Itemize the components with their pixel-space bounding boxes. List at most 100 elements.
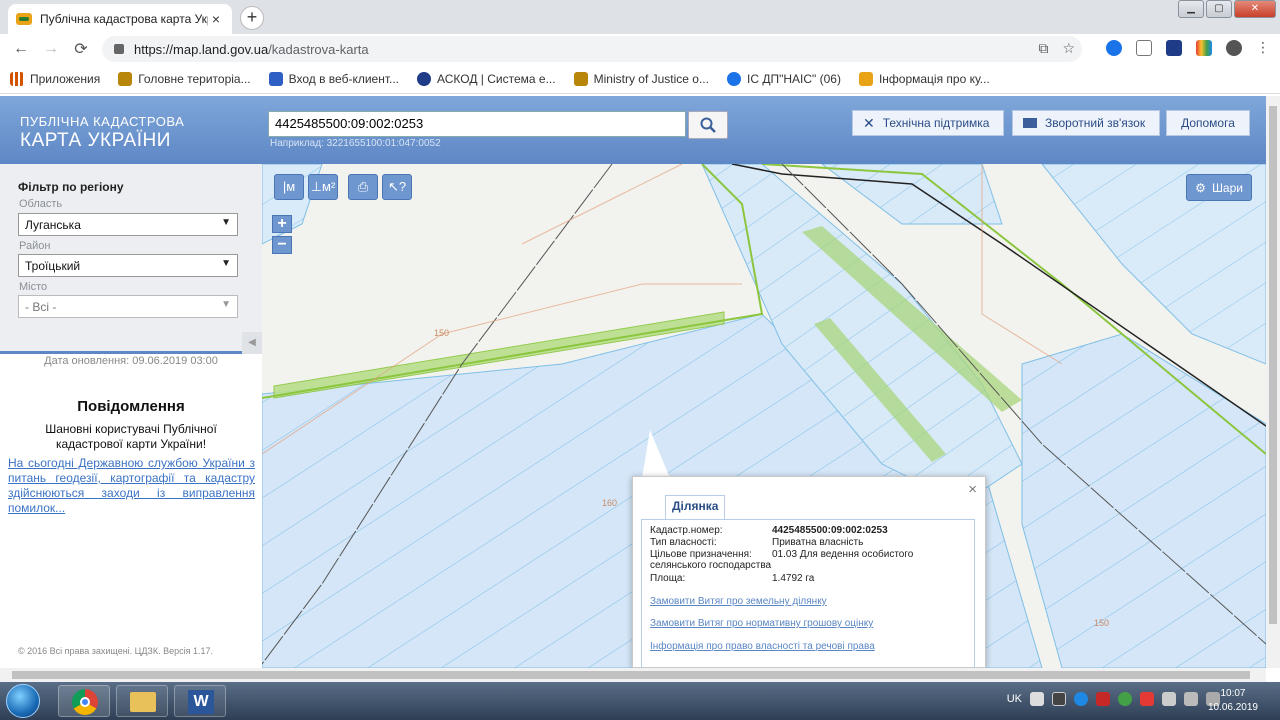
collapse-panel-button[interactable]: ◀ xyxy=(242,332,262,354)
bookmark-favicon-icon xyxy=(417,71,432,86)
bookmark-favicon-icon xyxy=(118,71,133,86)
zoom-in-button[interactable]: + xyxy=(272,215,292,233)
misto-select[interactable]: - Всі - ▼ xyxy=(18,295,238,318)
left-panel: Фільтр по регіону Область Луганська ▼ Рай… xyxy=(0,164,262,668)
start-button[interactable] xyxy=(6,684,40,718)
new-tab-button[interactable]: + xyxy=(240,6,264,30)
cadastral-search-input[interactable]: 4425485500:09:002:0253 xyxy=(268,111,686,137)
order-extract-link[interactable]: Замовити Витяг про земельну ділянку xyxy=(650,596,827,607)
reload-icon[interactable]: ⟳ xyxy=(66,39,96,59)
forward-arrow-icon[interactable]: → xyxy=(36,40,66,58)
horizontal-scrollbar[interactable] xyxy=(0,668,1266,682)
popup-pointer xyxy=(642,430,670,478)
extension-color-icon[interactable] xyxy=(1196,39,1212,56)
logo-line2: КАРТА УКРАЇНИ xyxy=(20,130,171,151)
network-icon[interactable] xyxy=(1184,692,1198,706)
tray-app-icon[interactable] xyxy=(1030,692,1044,706)
scrollbar-thumb[interactable] xyxy=(12,671,1250,679)
minimize-button[interactable]: ▁ xyxy=(1178,0,1204,18)
measure-distance-button[interactable]: |м xyxy=(274,174,304,200)
order-valuation-link[interactable]: Замовити Витяг про нормативну грошову оц… xyxy=(650,618,873,629)
taskbar-explorer[interactable] xyxy=(116,685,168,717)
layers-button[interactable]: ⚙ Шари xyxy=(1186,174,1252,201)
filter-title: Фільтр по регіону xyxy=(18,180,124,194)
bookmark-item[interactable]: Ministry of Justice o... xyxy=(573,71,709,86)
extension-cast-icon[interactable] xyxy=(1136,39,1152,56)
taskbar-chrome[interactable] xyxy=(58,685,110,717)
copyright: © 2016 Всі права захищені. ЦДЗК. Версія … xyxy=(18,646,214,656)
contour-label: 160 xyxy=(602,498,617,508)
vertical-scrollbar[interactable] xyxy=(1266,96,1280,668)
dropdown-arrow-icon: ▼ xyxy=(221,258,231,269)
notice-title: Повідомлення xyxy=(77,398,185,415)
feedback-button[interactable]: Зворотний зв'язок xyxy=(1012,110,1160,136)
contour-label: 150 xyxy=(1094,618,1109,628)
bookmark-favicon-icon xyxy=(268,71,283,86)
search-hint: Наприклад: 3221655100:01:047:0052 xyxy=(270,138,441,149)
bookmark-apps[interactable]: Приложения xyxy=(10,71,100,86)
tab-parcel[interactable]: Ділянка xyxy=(665,495,726,519)
search-button[interactable] xyxy=(688,111,728,139)
site-favicon-icon xyxy=(16,13,32,25)
back-arrow-icon[interactable]: ← xyxy=(6,40,36,58)
lock-icon xyxy=(114,44,124,54)
taskbar-word[interactable]: W xyxy=(174,685,226,717)
help-button[interactable]: Допомога xyxy=(1166,110,1250,136)
bookmark-item[interactable]: Інформація про ку... xyxy=(858,71,990,86)
windows-taskbar: W UK 10:07 10.06.2019 xyxy=(0,682,1280,720)
address-bar[interactable]: https://map.land.gov.ua/kadastrova-karta xyxy=(102,36,1082,62)
measure-area-button[interactable]: ⊥м² xyxy=(308,174,338,200)
tray-app-icon[interactable] xyxy=(1118,692,1132,706)
popup-close-icon[interactable]: × xyxy=(968,481,977,498)
window-close-button[interactable]: ✕ xyxy=(1234,0,1276,18)
language-indicator[interactable]: UK xyxy=(1007,693,1022,705)
dropdown-arrow-icon: ▼ xyxy=(221,299,231,310)
tray-app-icon[interactable] xyxy=(1140,692,1154,706)
extension-icons: ⋮ xyxy=(1106,39,1270,56)
ownership-info-link[interactable]: Інформація про право власності та речові… xyxy=(650,641,875,652)
gear-icon: ⚙ xyxy=(1195,180,1206,195)
tray-app-icon[interactable] xyxy=(1074,692,1088,706)
tab-close-icon[interactable]: × xyxy=(208,11,224,27)
browser-tab-active[interactable]: Публічна кадастрова карта Укр × xyxy=(8,4,232,34)
search-icon xyxy=(700,117,716,133)
bookmark-item[interactable]: АСКОД | Система е... xyxy=(417,71,556,86)
rayon-label: Район xyxy=(19,240,51,252)
system-tray: UK xyxy=(1007,692,1220,706)
region-filter: Фільтр по регіону Область Луганська ▼ Рай… xyxy=(0,164,262,354)
window-controls: ▁ ▢ ✕ xyxy=(1178,0,1276,18)
browser-tabstrip: Публічна кадастрова карта Укр × + ▁ ▢ ✕ xyxy=(0,0,1280,34)
support-button[interactable]: ✕ Технічна підтримка xyxy=(852,110,1004,136)
tray-app-icon[interactable] xyxy=(1052,692,1066,706)
misto-label: Місто xyxy=(19,281,48,293)
notice-text: Шановні користувачі Публічної кадастрово… xyxy=(45,422,217,451)
extension-dark-icon[interactable] xyxy=(1166,39,1182,56)
zoom-out-button[interactable]: − xyxy=(272,236,292,254)
field-row: Цільове призначення: 01.03 Для ведення ос… xyxy=(650,549,914,571)
maximize-button[interactable]: ▢ xyxy=(1206,0,1232,18)
bookmark-star-icon[interactable]: ☆ xyxy=(1062,40,1075,57)
profile-icon[interactable] xyxy=(1226,39,1242,56)
bookmark-item[interactable]: ІС ДП"НАІС" (06) xyxy=(726,71,841,86)
rayon-select[interactable]: Троїцький ▼ xyxy=(18,254,238,277)
oblast-select[interactable]: Луганська ▼ xyxy=(18,213,238,236)
tools-icon: ✕ xyxy=(863,114,875,131)
translate-icon[interactable]: ⧉ xyxy=(1038,40,1048,57)
print-button[interactable]: ⎙ xyxy=(348,174,378,200)
bookmark-item[interactable]: Вход в веб-клиент... xyxy=(268,71,399,86)
notice-link[interactable]: На сьогодні Державною службою України з … xyxy=(8,456,255,516)
tray-app-icon[interactable] xyxy=(1096,692,1110,706)
menu-dots-icon[interactable]: ⋮ xyxy=(1256,39,1270,56)
clock-date: 10.06.2019 xyxy=(1207,702,1258,713)
extension-blue-icon[interactable] xyxy=(1106,39,1122,56)
omnibox-icons: ⧉ ☆ xyxy=(1038,40,1075,57)
scrollbar-thumb[interactable] xyxy=(1269,106,1277,624)
bookmark-favicon-icon xyxy=(726,71,741,86)
map-toolbar: |м ⊥м² ⎙ ↖? xyxy=(274,174,412,200)
identify-button[interactable]: ↖? xyxy=(382,174,412,200)
bookmark-item[interactable]: Головне територіа... xyxy=(118,71,251,86)
mail-icon xyxy=(1023,118,1037,128)
flag-icon[interactable] xyxy=(1162,692,1176,706)
clock[interactable]: 10:07 10.06.2019 xyxy=(1208,687,1258,715)
url-host: https://map.land.gov.ua xyxy=(134,41,269,57)
